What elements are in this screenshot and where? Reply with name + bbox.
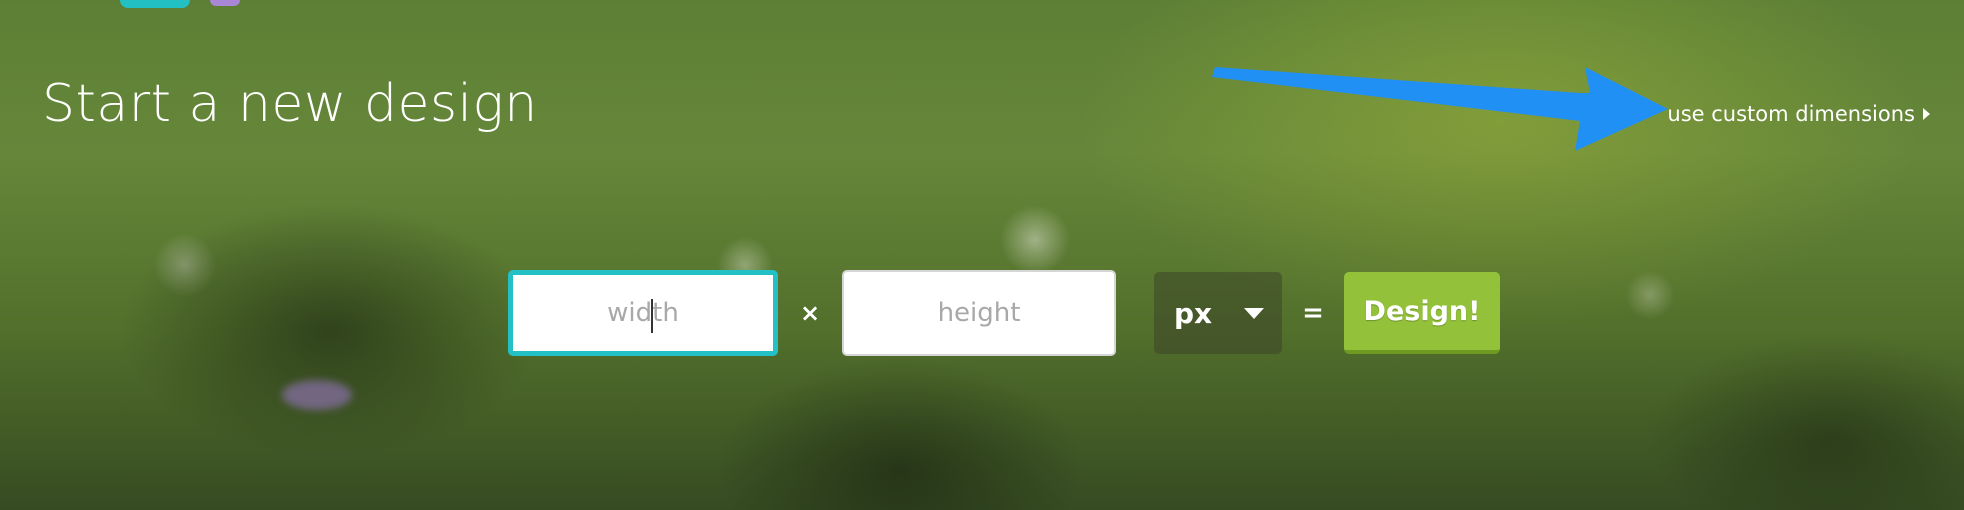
width-input[interactable] xyxy=(513,297,773,329)
page-title: Start a new design xyxy=(42,74,538,134)
background-blob xyxy=(210,0,240,6)
equals-symbol: = xyxy=(1302,298,1324,328)
height-field[interactable] xyxy=(842,270,1116,356)
background-blob xyxy=(120,0,190,8)
dropdown-caret-icon xyxy=(1244,307,1264,319)
custom-dimensions-link[interactable]: use custom dimensions xyxy=(1667,102,1930,126)
custom-dimensions-form: × px = Design! xyxy=(508,270,1500,356)
custom-dimensions-link-label: use custom dimensions xyxy=(1667,102,1915,126)
unit-select[interactable]: px xyxy=(1154,272,1282,354)
chevron-right-icon xyxy=(1923,108,1930,120)
height-input[interactable] xyxy=(844,297,1114,329)
width-field[interactable] xyxy=(508,270,778,356)
background-blob xyxy=(282,380,352,410)
arrow-annotation-icon xyxy=(1212,67,1668,151)
design-button[interactable]: Design! xyxy=(1344,272,1500,354)
text-cursor xyxy=(651,299,653,333)
unit-select-value: px xyxy=(1174,296,1213,330)
times-symbol: × xyxy=(799,299,821,327)
